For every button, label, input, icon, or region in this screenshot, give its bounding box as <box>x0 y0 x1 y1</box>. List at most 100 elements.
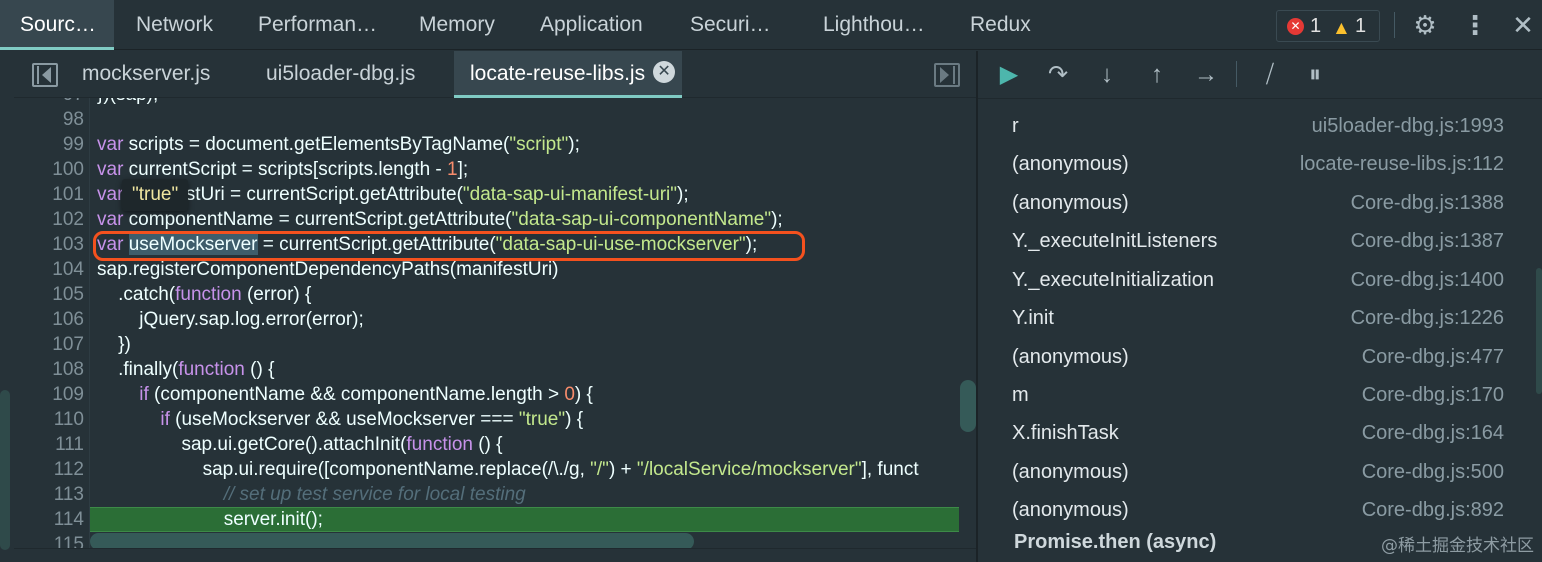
line-number[interactable]: 97 <box>14 98 84 107</box>
navigator-scrollbar[interactable] <box>0 390 10 550</box>
call-frame[interactable]: Y.init Core-dbg.js:1226 <box>978 299 1542 337</box>
code-text: .catch(function (error) { <box>97 284 312 305</box>
frame-location[interactable]: Core-dbg.js:170 <box>1362 376 1504 414</box>
call-stack-scrollbar[interactable] <box>1536 268 1542 394</box>
tab-sources[interactable]: Sourc… <box>0 0 114 50</box>
debugger-toolbar: ▶ ↷ ↓ ↑ → ⧸ ⏸ <box>978 51 1542 99</box>
line-number[interactable]: 110 <box>14 407 84 432</box>
call-frame[interactable]: (anonymous) Core-dbg.js:892 <box>978 491 1542 529</box>
frame-location[interactable]: Core-dbg.js:1387 <box>1351 222 1504 260</box>
line-number[interactable]: 108 <box>14 357 84 382</box>
code-line[interactable]: 97})(sap); <box>14 98 959 107</box>
gear-icon[interactable]: ⚙ <box>1407 8 1443 42</box>
step-out-icon[interactable]: ↑ <box>1142 59 1172 91</box>
tab-application[interactable]: Application <box>540 0 643 50</box>
code-text: if (componentName && componentName.lengt… <box>139 384 593 405</box>
line-number[interactable]: 107 <box>14 332 84 357</box>
code-text: if (useMockserver && useMockserver === "… <box>160 409 584 430</box>
error-icon: ✕ <box>1287 18 1304 35</box>
code-line[interactable]: 110 if (useMockserver && useMockserver =… <box>14 407 959 432</box>
close-tab-icon[interactable]: ✕ <box>653 61 676 84</box>
code-line[interactable]: 109 if (componentName && componentName.l… <box>14 382 959 407</box>
call-frame[interactable]: X.finishTask Core-dbg.js:164 <box>978 414 1542 452</box>
call-frame[interactable]: (anonymous) Core-dbg.js:477 <box>978 338 1542 376</box>
warning-count: 1 <box>1355 15 1367 37</box>
frame-location[interactable]: Core-dbg.js:1400 <box>1351 261 1504 299</box>
async-boundary-label: Promise.then (async) <box>1014 531 1217 553</box>
tab-lighthouse[interactable]: Lighthou… <box>823 0 925 50</box>
frame-location[interactable]: ui5loader-dbg.js:1993 <box>1312 107 1504 145</box>
close-icon[interactable]: ✕ <box>1506 8 1540 42</box>
frame-location[interactable]: Core-dbg.js:164 <box>1362 414 1504 452</box>
line-number[interactable]: 106 <box>14 307 84 332</box>
line-number[interactable]: 103 <box>14 232 84 257</box>
line-number[interactable]: 105 <box>14 282 84 307</box>
call-frame[interactable]: (anonymous) Core-dbg.js:500 <box>978 453 1542 491</box>
tab-network[interactable]: Network <box>136 0 213 50</box>
toolbar-divider <box>1394 12 1395 38</box>
vertical-dots-icon[interactable]: ⋮ <box>1460 8 1490 42</box>
issues-counter[interactable]: ✕ 1 ▲ 1 <box>1276 10 1380 42</box>
resume-icon[interactable]: ▶ <box>992 59 1026 91</box>
editor-vertical-scrollbar[interactable] <box>960 380 976 432</box>
code-text: server.init(); <box>97 509 323 530</box>
line-number[interactable]: 102 <box>14 207 84 232</box>
step-into-icon[interactable]: ↓ <box>1092 59 1122 91</box>
frame-function: Y._executeInitListeners <box>1012 230 1218 252</box>
frame-location[interactable]: Core-dbg.js:500 <box>1362 453 1504 491</box>
line-number[interactable]: 98 <box>14 107 84 132</box>
code-line[interactable]: 107 }) <box>14 332 959 357</box>
code-line[interactable]: 105 .catch(function (error) { <box>14 282 959 307</box>
code-editor[interactable]: 97})(sap); 98 99 var scripts = document.g… <box>14 98 976 548</box>
code-line[interactable]: 113 // set up test service for local tes… <box>14 482 959 507</box>
line-number[interactable]: 114 <box>14 507 84 532</box>
tab-performance[interactable]: Performan… <box>258 0 377 50</box>
file-tab-locate-reuse-libs[interactable]: locate-reuse-libs.js ✕ <box>454 51 682 98</box>
tab-security[interactable]: Securi… <box>690 0 771 50</box>
step-icon[interactable]: → <box>1190 59 1222 91</box>
line-number[interactable]: 112 <box>14 457 84 482</box>
code-line[interactable]: 99 var scripts = document.getElementsByTa… <box>14 132 959 157</box>
frame-location[interactable]: locate-reuse-libs.js:112 <box>1300 145 1504 183</box>
step-over-icon[interactable]: ↷ <box>1040 59 1076 91</box>
show-debugger-icon[interactable] <box>934 63 960 87</box>
frame-location[interactable]: Core-dbg.js:1226 <box>1351 299 1504 337</box>
frame-function: Y.init <box>1012 307 1054 329</box>
call-frame[interactable]: r ui5loader-dbg.js:1993 <box>978 107 1542 145</box>
call-frame[interactable]: (anonymous) locate-reuse-libs.js:112 <box>978 145 1542 183</box>
line-number[interactable]: 101 <box>14 182 84 207</box>
code-text: jQuery.sap.log.error(error); <box>97 309 364 330</box>
line-number[interactable]: 109 <box>14 382 84 407</box>
code-line[interactable]: 98 <box>14 107 959 132</box>
code-line[interactable]: 111 sap.ui.getCore().attachInit(function… <box>14 432 959 457</box>
call-frame[interactable]: Y._executeInitListeners Core-dbg.js:1387 <box>978 222 1542 260</box>
tab-redux[interactable]: Redux <box>970 0 1031 50</box>
line-number[interactable]: 115 <box>14 532 84 548</box>
frame-location[interactable]: Core-dbg.js:1388 <box>1351 184 1504 222</box>
call-frame[interactable]: m Core-dbg.js:170 <box>978 376 1542 414</box>
call-frame[interactable]: Y._executeInitialization Core-dbg.js:1400 <box>978 261 1542 299</box>
call-frame[interactable]: (anonymous) Core-dbg.js:1388 <box>978 184 1542 222</box>
code-line[interactable]: 106 jQuery.sap.log.error(error); <box>14 307 959 332</box>
frame-location[interactable]: Core-dbg.js:892 <box>1362 491 1504 529</box>
line-number[interactable]: 100 <box>14 157 84 182</box>
frame-function: (anonymous) <box>1012 461 1129 483</box>
frame-location[interactable]: Core-dbg.js:477 <box>1362 338 1504 376</box>
line-number[interactable]: 104 <box>14 257 84 282</box>
code-line[interactable]: 108 .finally(function () { <box>14 357 959 382</box>
file-tab-ui5loader[interactable]: ui5loader-dbg.js <box>266 51 415 98</box>
editor-footer <box>14 548 976 562</box>
frame-function: m <box>1012 384 1029 406</box>
code-text: .finally(function () { <box>97 359 275 380</box>
line-number[interactable]: 99 <box>14 132 84 157</box>
deactivate-breakpoints-icon[interactable]: ⧸ <box>1252 59 1288 91</box>
line-number[interactable]: 111 <box>14 432 84 457</box>
pause-on-exceptions-icon[interactable]: ⏸ <box>1300 59 1330 91</box>
frame-function: (anonymous) <box>1012 153 1129 175</box>
tab-memory[interactable]: Memory <box>419 0 495 50</box>
file-tab-mockserver[interactable]: mockserver.js <box>82 51 210 98</box>
code-line[interactable]: 112 sap.ui.require([componentName.replac… <box>14 457 959 482</box>
code-line-paused[interactable]: 114 server.init(); <box>14 507 959 532</box>
line-number[interactable]: 113 <box>14 482 84 507</box>
show-navigator-icon[interactable] <box>32 63 58 87</box>
